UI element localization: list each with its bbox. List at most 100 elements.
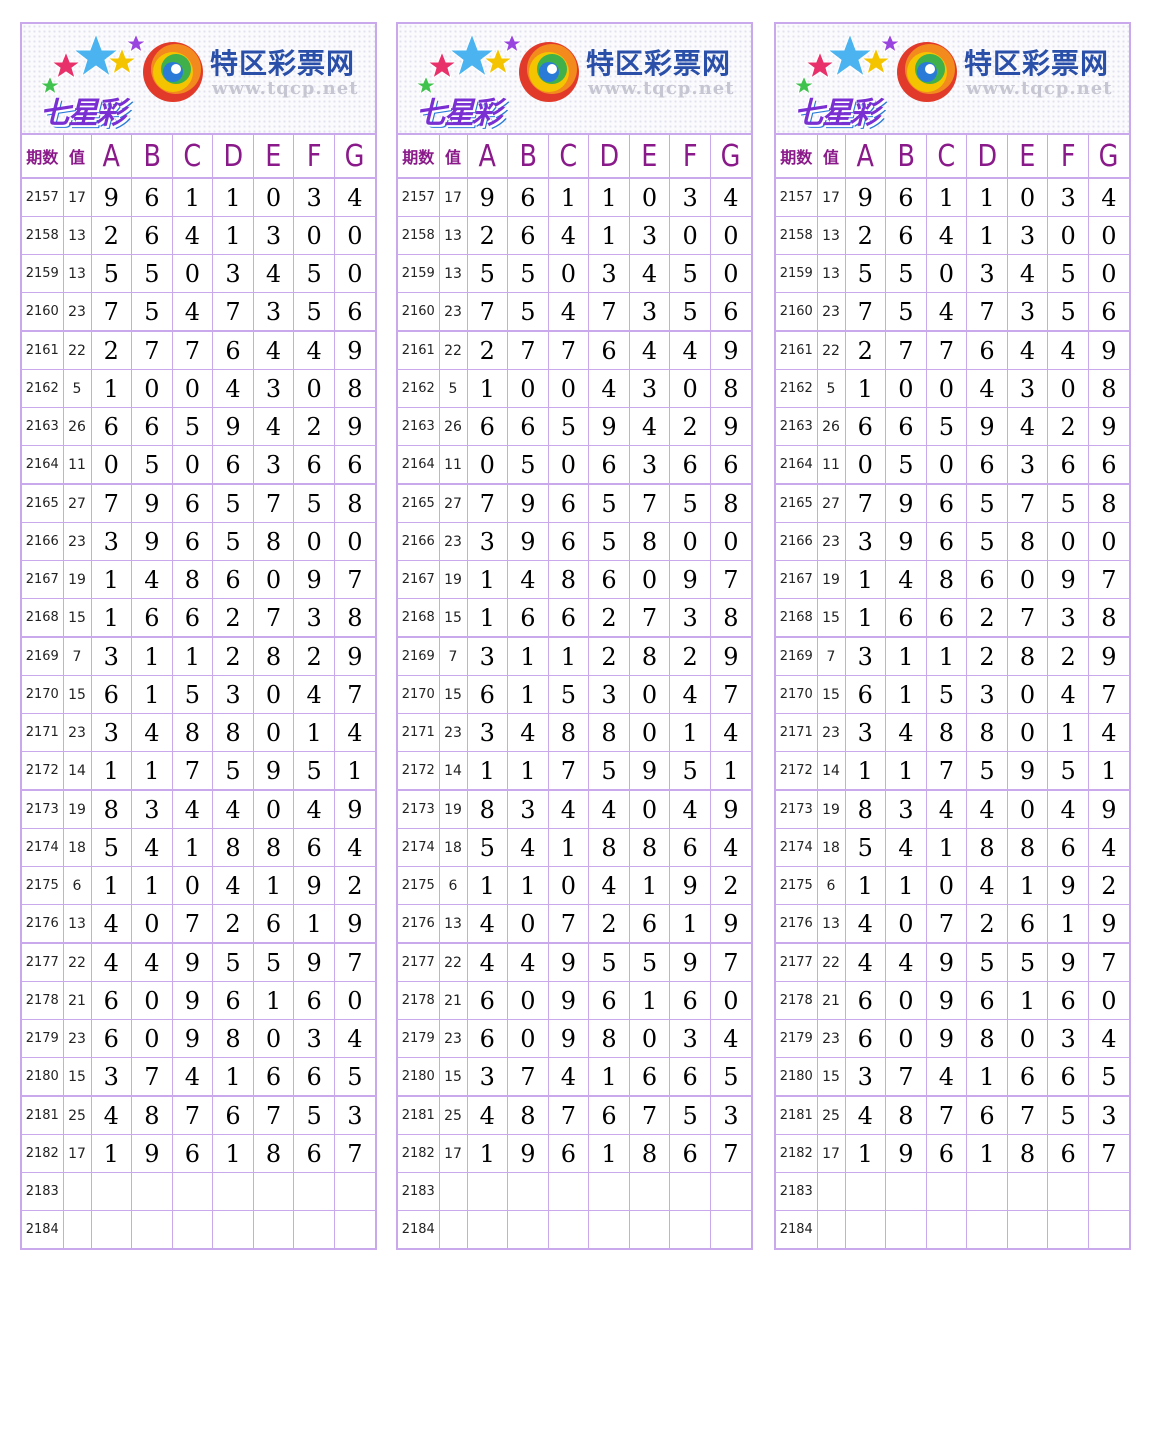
issue-number-cell: 2173 bbox=[398, 790, 440, 829]
value-cell: 17 bbox=[817, 178, 846, 217]
digit-cell: 7 bbox=[926, 331, 968, 370]
digit-cell: 1 bbox=[507, 866, 549, 905]
issue-number-cell: 2168 bbox=[776, 598, 818, 638]
table-row: 2184 bbox=[22, 1210, 375, 1248]
value-cell: 26 bbox=[63, 407, 92, 446]
value-cell: 23 bbox=[817, 1019, 846, 1058]
value-cell: 17 bbox=[817, 1134, 846, 1173]
digit-cell: 4 bbox=[91, 1096, 133, 1135]
issue-number-cell: 2177 bbox=[22, 943, 64, 982]
digit-column-header: A bbox=[470, 135, 505, 179]
digit-cell: 0 bbox=[1047, 369, 1089, 408]
digit-cell: 7 bbox=[334, 943, 375, 982]
value-cell: 15 bbox=[63, 1057, 92, 1097]
digit-cell: 0 bbox=[467, 445, 509, 485]
digit-cell: 8 bbox=[966, 713, 1008, 752]
digit-cell: 0 bbox=[1088, 216, 1129, 255]
digit-cell: 3 bbox=[669, 178, 711, 217]
digit-cell: 7 bbox=[926, 904, 968, 944]
digit-cell: 5 bbox=[966, 751, 1008, 791]
digit-cell: 7 bbox=[507, 1057, 549, 1097]
issue-number-cell: 2181 bbox=[22, 1096, 64, 1135]
digit-cell: 6 bbox=[885, 407, 927, 446]
digit-cell: 0 bbox=[629, 713, 671, 752]
digit-cell: 6 bbox=[1007, 904, 1049, 944]
digit-cell: 5 bbox=[710, 1057, 751, 1097]
issue-number-cell: 2176 bbox=[22, 904, 64, 944]
digit-cell: 5 bbox=[926, 675, 968, 714]
digit-cell: 0 bbox=[710, 254, 751, 293]
lottery-name-logo: 七星彩 bbox=[416, 96, 502, 131]
digit-cell: 7 bbox=[885, 331, 927, 370]
digit-cell: 4 bbox=[334, 713, 375, 752]
digit-cell: 9 bbox=[548, 1019, 590, 1058]
digit-cell: 5 bbox=[293, 484, 335, 523]
value-cell: 23 bbox=[439, 713, 468, 752]
issue-number-cell: 2175 bbox=[398, 866, 440, 905]
issue-number-cell: 2178 bbox=[776, 981, 818, 1020]
issue-number-cell: 2173 bbox=[22, 790, 64, 829]
value-cell: 22 bbox=[817, 943, 846, 982]
digit-cell: 4 bbox=[845, 943, 887, 982]
digit-cell: 7 bbox=[1007, 1096, 1049, 1135]
banner: 七星彩 特区彩票网 www.tqcp.net bbox=[22, 24, 375, 135]
digit-cell: 0 bbox=[131, 1019, 173, 1058]
digit-cell: 6 bbox=[253, 904, 295, 944]
digit-cell: 6 bbox=[212, 445, 254, 485]
table-row: 2183 bbox=[398, 1172, 751, 1211]
digit-cell: 8 bbox=[548, 560, 590, 599]
digit-cell: 5 bbox=[212, 522, 254, 561]
digit-cell: 9 bbox=[710, 790, 751, 829]
digit-cell: 9 bbox=[1088, 637, 1129, 676]
digit-cell: 4 bbox=[548, 216, 590, 255]
digit-cell: 3 bbox=[588, 254, 630, 293]
digit-cell: 6 bbox=[629, 1057, 671, 1097]
digit-cell: 8 bbox=[1007, 637, 1049, 676]
issue-number-cell: 2167 bbox=[398, 560, 440, 599]
digit-cell: 4 bbox=[172, 790, 214, 829]
digit-cell: 0 bbox=[669, 369, 711, 408]
digit-cell: 0 bbox=[710, 216, 751, 255]
digit-cell: 1 bbox=[1047, 713, 1089, 752]
lottery-name-logo: 七星彩 bbox=[794, 96, 880, 131]
digit-cell: 5 bbox=[1047, 1096, 1089, 1135]
digit-cell bbox=[669, 1172, 711, 1211]
value-cell: 15 bbox=[817, 598, 846, 638]
digit-cell: 0 bbox=[131, 981, 173, 1020]
digit-cell: 1 bbox=[253, 866, 295, 905]
value-cell: 23 bbox=[63, 292, 92, 332]
value-cell: 11 bbox=[817, 445, 846, 485]
digit-cell: 7 bbox=[467, 484, 509, 523]
digit-cell: 4 bbox=[885, 943, 927, 982]
value-cell bbox=[63, 1210, 92, 1248]
digit-cell: 4 bbox=[548, 1057, 590, 1097]
digit-cell: 6 bbox=[131, 216, 173, 255]
digit-cell: 3 bbox=[710, 1096, 751, 1135]
digit-cell: 4 bbox=[131, 713, 173, 752]
issue-number-cell: 2175 bbox=[22, 866, 64, 905]
digit-cell: 2 bbox=[845, 331, 887, 370]
digit-cell: 2 bbox=[1047, 637, 1089, 676]
digit-cell: 5 bbox=[1047, 292, 1089, 332]
digit-cell: 4 bbox=[131, 828, 173, 867]
digit-cell: 0 bbox=[293, 369, 335, 408]
digit-cell: 7 bbox=[91, 292, 133, 332]
table-row: 2176 13 4 0 7 2 6 1 9 bbox=[398, 904, 751, 944]
issue-number-cell: 2172 bbox=[776, 751, 818, 791]
digit-cell: 3 bbox=[1007, 369, 1049, 408]
swirl-logo-icon bbox=[143, 42, 203, 102]
digit-cell: 6 bbox=[172, 598, 214, 638]
digit-cell: 4 bbox=[629, 407, 671, 446]
value-cell: 21 bbox=[439, 981, 468, 1020]
digit-cell bbox=[293, 1172, 335, 1211]
digit-cell bbox=[91, 1172, 133, 1211]
value-cell: 15 bbox=[817, 675, 846, 714]
value-cell: 17 bbox=[439, 178, 468, 217]
issue-column-header: 期数 bbox=[776, 135, 818, 179]
digit-cell: 1 bbox=[253, 981, 295, 1020]
digit-cell: 4 bbox=[293, 790, 335, 829]
digit-cell: 3 bbox=[131, 790, 173, 829]
digit-cell: 7 bbox=[548, 904, 590, 944]
digit-cell: 9 bbox=[1088, 790, 1129, 829]
digit-cell: 8 bbox=[212, 828, 254, 867]
